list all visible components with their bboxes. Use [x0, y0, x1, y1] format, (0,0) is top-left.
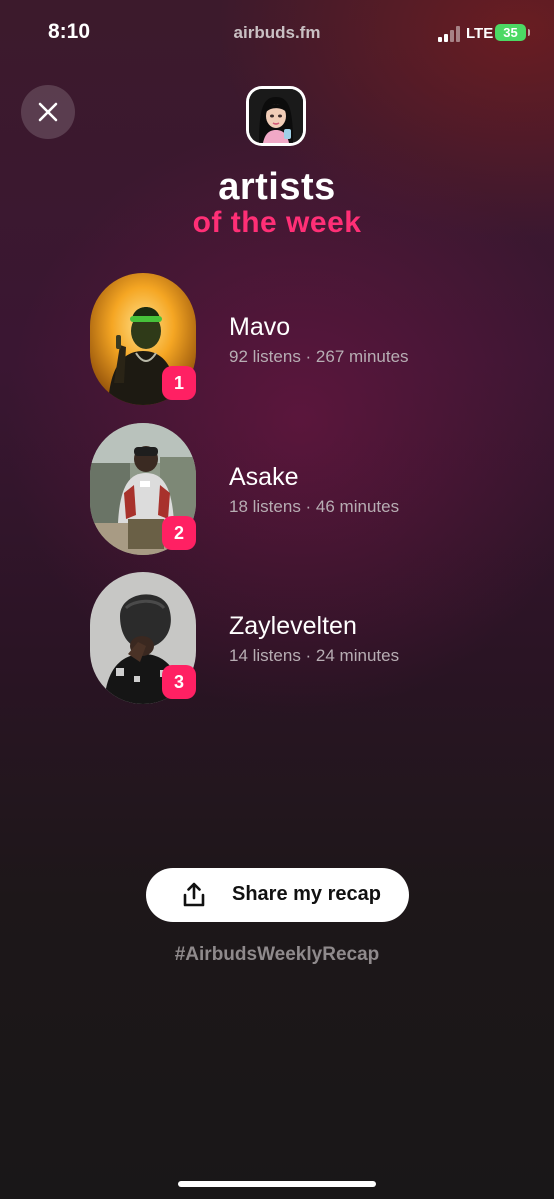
hashtag: #AirbudsWeeklyRecap [174, 944, 380, 965]
share-label: Share my recap [232, 883, 381, 905]
close-icon [38, 102, 58, 122]
artist-stats: 92 listens · 267 minutes [229, 347, 409, 366]
artist-name: Zaylevelten [229, 612, 357, 640]
artist-stats: 14 listens · 24 minutes [229, 646, 400, 665]
battery-icon: 35 [495, 24, 530, 41]
network-type: LTE [466, 25, 494, 42]
battery-level: 35 [503, 25, 518, 40]
share-button[interactable]: Share my recap [146, 868, 409, 922]
page-title: artists [218, 166, 336, 208]
artist-row[interactable]: 1 Mavo 92 listens · 267 minutes [90, 273, 510, 405]
artist-name: Mavo [229, 313, 291, 341]
profile-avatar-icon [249, 89, 303, 143]
artist-name: Asake [229, 463, 299, 491]
artist-stats: 18 listens · 46 minutes [229, 497, 400, 516]
recap-screen: 8:10 airbuds.fm LTE 35 artists of the we… [0, 0, 554, 1199]
profile-avatar[interactable] [246, 86, 306, 146]
artist-row[interactable]: 3 Zaylevelten 14 listens · 24 minutes [90, 572, 510, 704]
rank-badge: 3 [162, 665, 196, 699]
home-indicator[interactable] [178, 1181, 376, 1187]
close-button[interactable] [21, 85, 75, 139]
rank-badge: 2 [162, 516, 196, 550]
share-icon [183, 882, 205, 907]
rank-badge: 1 [162, 366, 196, 400]
signal-icon [438, 26, 460, 42]
artist-row[interactable]: 2 Asake 18 listens · 46 minutes [90, 423, 510, 555]
page-subtitle: of the week [192, 206, 362, 239]
